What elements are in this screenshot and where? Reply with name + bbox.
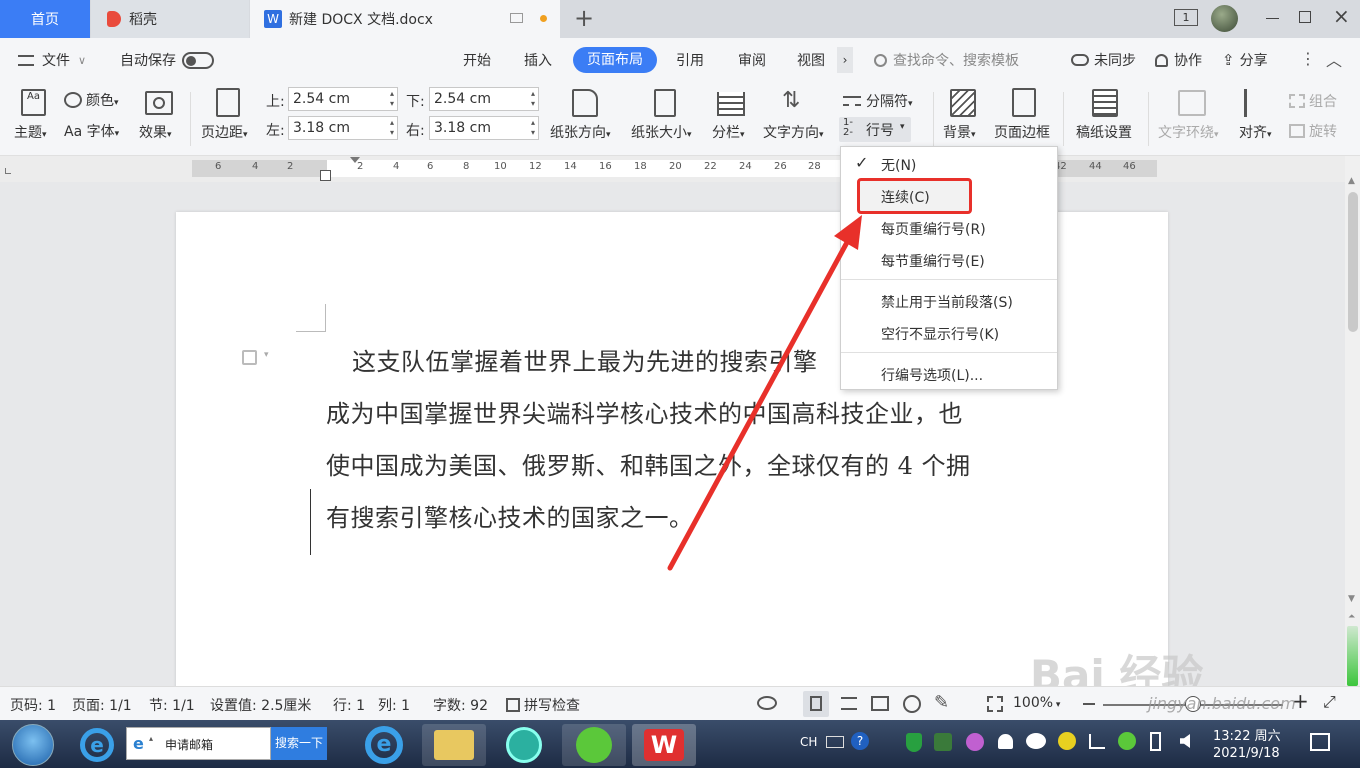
volume-icon[interactable]	[1180, 734, 1190, 748]
spell-check-button[interactable]: 拼写检查	[506, 695, 580, 715]
zoom-level-dropdown[interactable]: 100% ▾	[1013, 695, 1060, 711]
file-explorer-icon[interactable]	[422, 724, 486, 766]
checkbox-icon	[506, 698, 520, 712]
wps-taskbar-icon[interactable]: W	[632, 724, 696, 766]
status-word-count[interactable]: 字数: 92	[433, 695, 488, 715]
browser-green-icon[interactable]	[562, 724, 626, 766]
taskbar-search-button-label: 搜索一下	[274, 736, 323, 750]
tray-color-icon[interactable]	[966, 733, 984, 751]
taskbar-search-button[interactable]: 搜索一下	[271, 727, 327, 760]
status-section[interactable]: 节: 1/1	[149, 695, 195, 715]
language-indicator[interactable]: CH	[800, 735, 817, 749]
tray-app-icon[interactable]	[934, 733, 952, 751]
status-page-code[interactable]: 页码: 1	[10, 695, 56, 715]
ie-small-icon: e	[133, 734, 144, 753]
clock-date[interactable]: 2021/9/18	[1213, 746, 1280, 761]
taskbar-search-text: 申请邮箱	[165, 738, 214, 752]
network-icon[interactable]	[1089, 734, 1105, 749]
battery-icon[interactable]	[1150, 732, 1161, 751]
ie-browser-icon[interactable]: e	[352, 724, 416, 766]
outline-view-icon[interactable]	[841, 697, 857, 710]
notification-bell-icon[interactable]	[998, 734, 1013, 749]
status-setting[interactable]: 设置值: 2.5厘米	[210, 695, 311, 715]
pen-icon[interactable]: ✎	[934, 692, 949, 713]
ie-taskbar-icon[interactable]: e	[80, 728, 114, 762]
windows-taskbar: e e ▴ 申请邮箱 搜索一下 e W CH ? 13:22 周六 2021/9…	[0, 720, 1360, 768]
fit-page-icon[interactable]	[987, 696, 1003, 712]
keyboard-icon[interactable]	[826, 736, 844, 748]
start-button-icon[interactable]	[12, 724, 54, 766]
status-col[interactable]: 列: 1	[378, 695, 410, 715]
clock-time[interactable]: 13:22 周六	[1213, 725, 1281, 744]
action-center-icon[interactable]	[1310, 733, 1330, 751]
help-icon[interactable]: ?	[851, 732, 869, 750]
page-view-icon[interactable]	[803, 691, 829, 717]
spell-check-label: 拼写检查	[524, 698, 580, 714]
status-pages[interactable]: 页面: 1/1	[72, 695, 132, 715]
status-row[interactable]: 行: 1	[333, 695, 365, 715]
zoom-out-icon[interactable]	[1083, 703, 1095, 705]
annotation-arrow	[667, 215, 862, 571]
reading-view-icon[interactable]	[871, 696, 889, 711]
eye-protection-icon[interactable]	[757, 696, 777, 710]
zoom-value: 100%	[1013, 695, 1054, 711]
watermark-url: jingyan.baidu.com	[1148, 694, 1296, 713]
taskbar-search-box[interactable]: e ▴ 申请邮箱	[126, 727, 271, 760]
tray-browser-icon[interactable]	[1118, 732, 1136, 750]
wechat-icon[interactable]	[1026, 733, 1046, 749]
green-app-icon[interactable]	[492, 724, 556, 766]
shield-icon[interactable]	[906, 733, 922, 752]
web-view-icon[interactable]	[903, 695, 921, 713]
fullscreen-icon[interactable]: ⤢	[1323, 692, 1336, 712]
tray-plus-icon[interactable]	[1058, 732, 1076, 750]
